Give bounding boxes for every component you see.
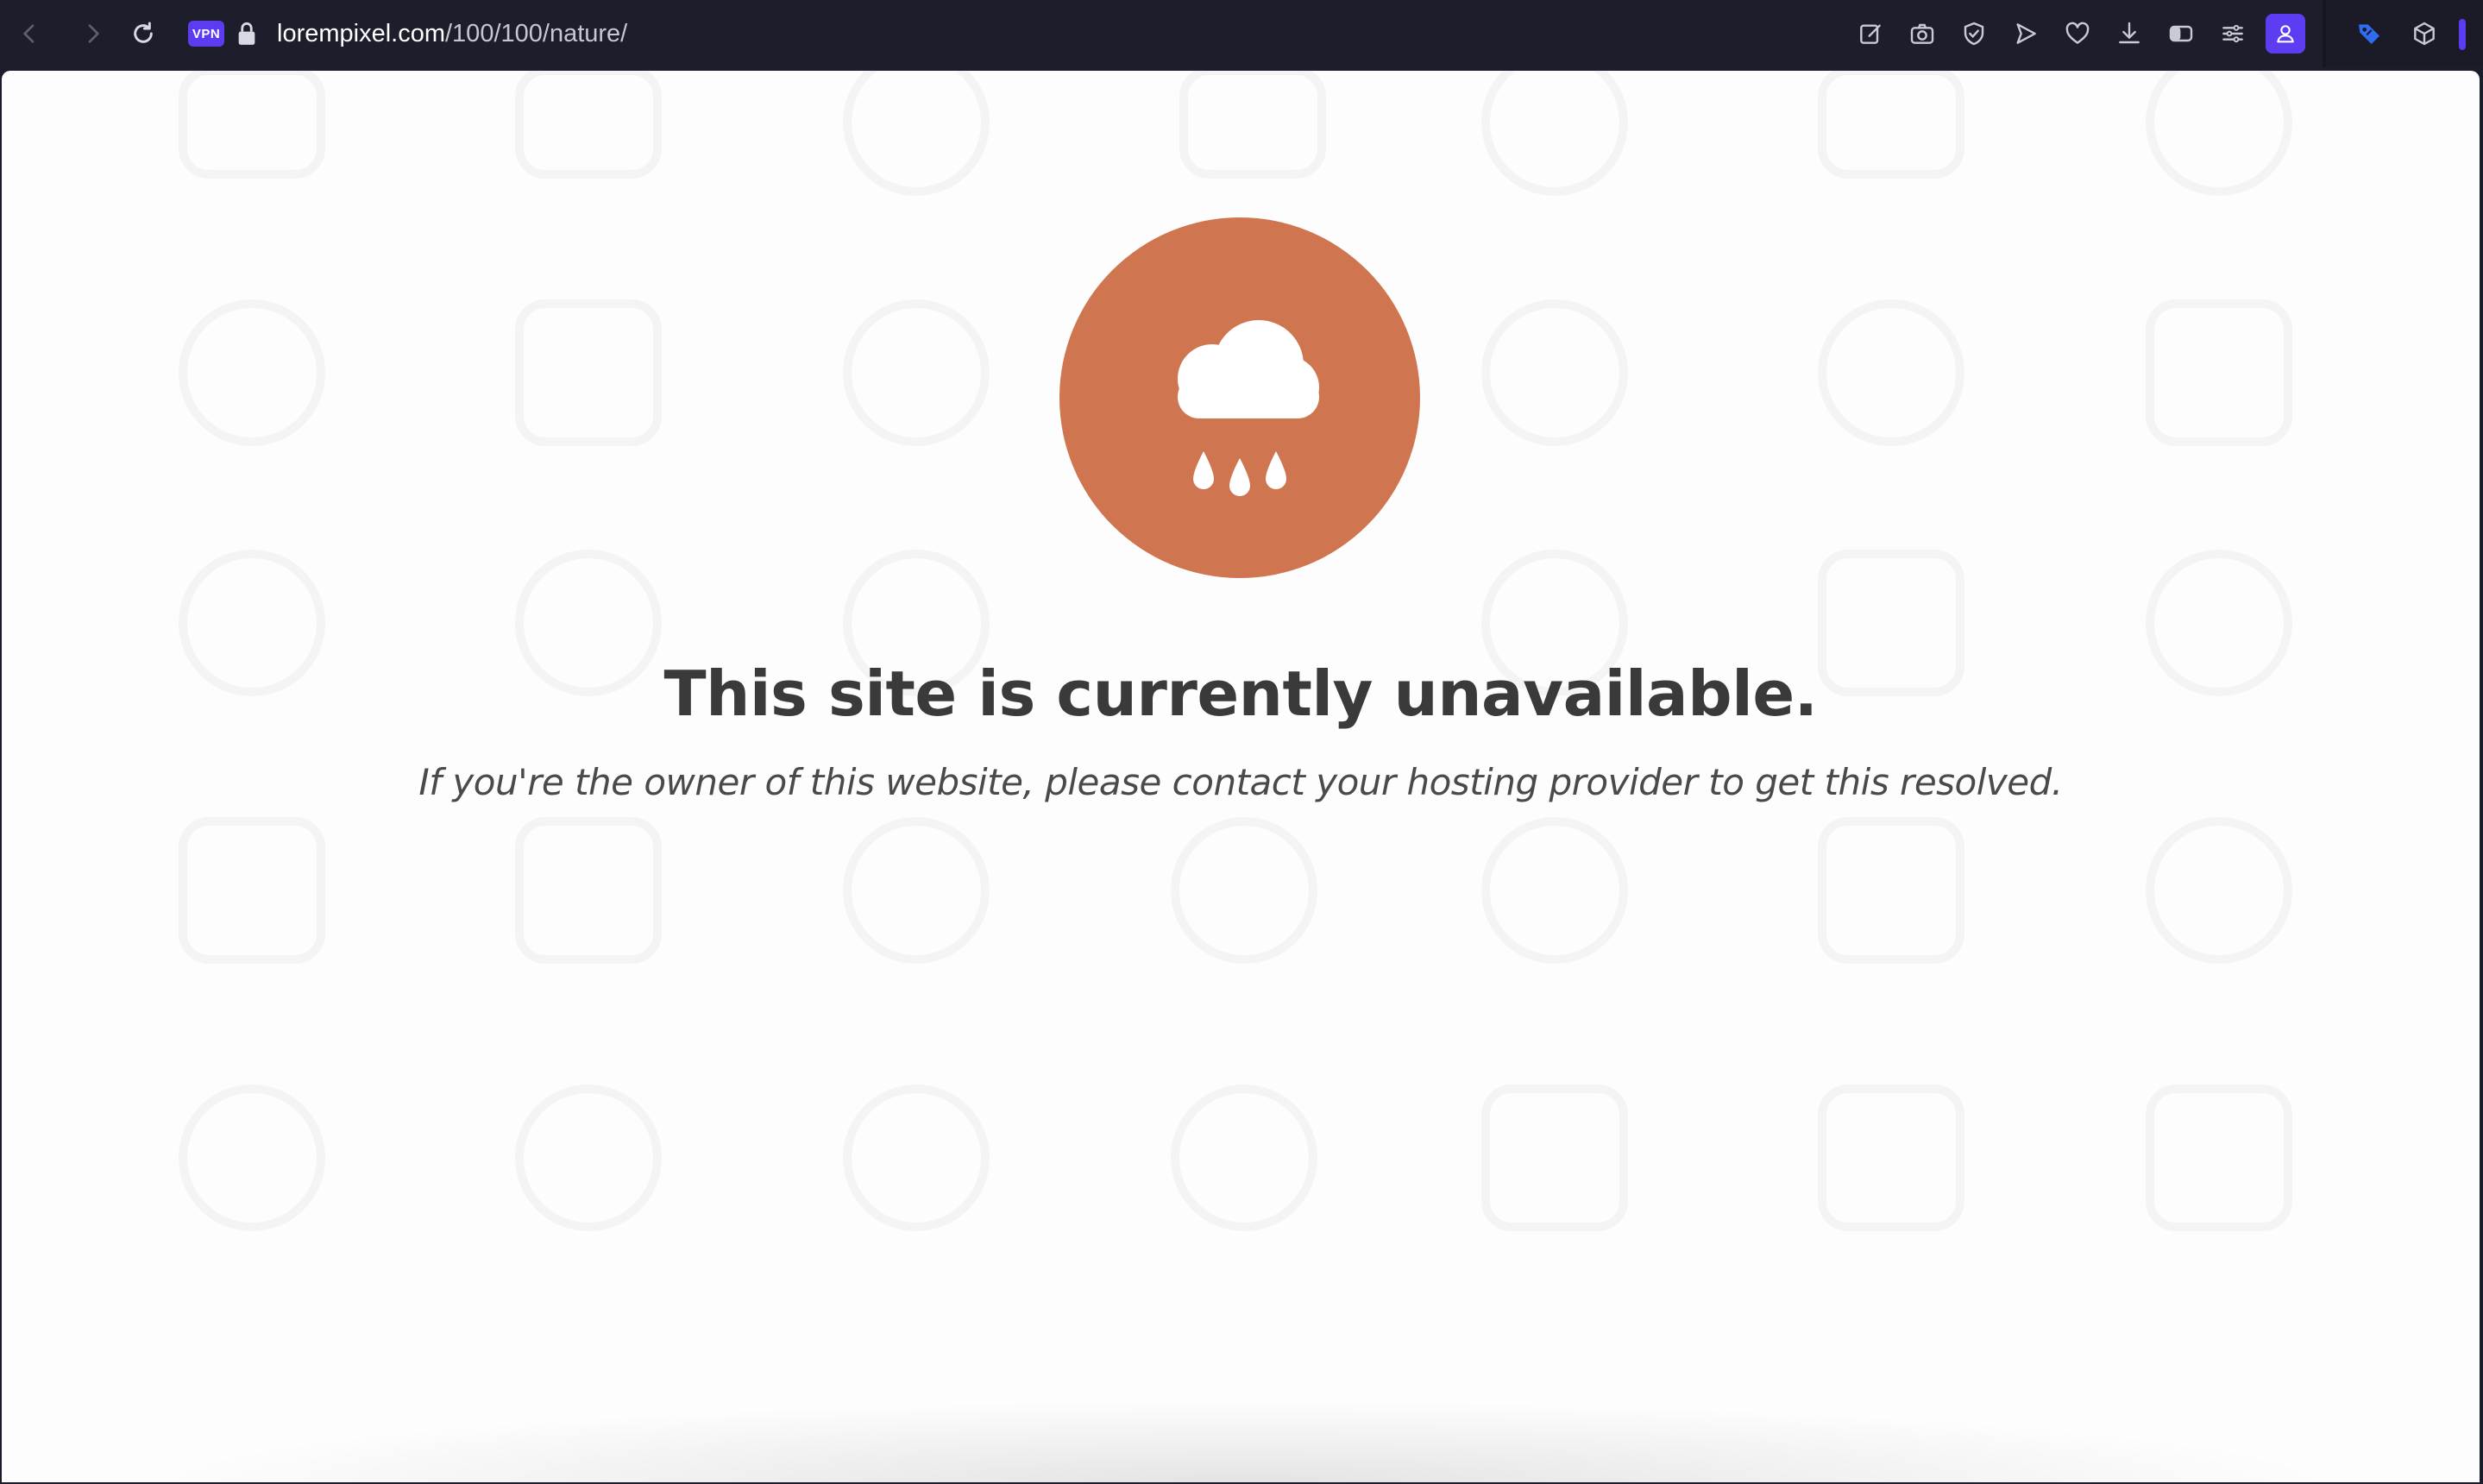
forward-icon[interactable] — [76, 16, 110, 51]
page-subtext: If you're the owner of this website, ple… — [418, 761, 2063, 803]
url-path: /100/100/nature/ — [445, 20, 628, 47]
bottom-shadow — [140, 1399, 2348, 1482]
status-illustration — [1059, 217, 1420, 578]
pen-icon[interactable] — [1853, 16, 1888, 51]
lock-icon[interactable] — [235, 19, 259, 48]
tag-icon[interactable] — [2352, 16, 2386, 51]
browser-toolbar: VPN lorempixel.com/100/100/nature/ — [0, 0, 2483, 67]
page-headline: This site is currently unavailable. — [663, 657, 1818, 730]
send-icon[interactable] — [2008, 16, 2043, 51]
download-icon[interactable] — [2112, 16, 2147, 51]
vpn-badge[interactable]: VPN — [188, 21, 224, 47]
cube-icon[interactable] — [2407, 16, 2442, 51]
profile-icon — [2277, 25, 2294, 43]
address-bar[interactable]: lorempixel.com/100/100/nature/ — [277, 16, 627, 51]
reload-icon[interactable] — [126, 16, 160, 51]
back-icon[interactable] — [12, 16, 47, 51]
page-viewport: This site is currently unavailable. If y… — [2, 71, 2480, 1482]
sidebar-icon[interactable] — [2164, 16, 2198, 51]
heart-icon[interactable] — [2060, 16, 2095, 51]
camera-icon[interactable] — [1905, 16, 1939, 51]
url-host: lorempixel.com — [277, 20, 445, 47]
profile-button[interactable] — [2266, 14, 2305, 53]
cloud-rain-icon — [1178, 320, 1319, 496]
menu-icon[interactable] — [2216, 16, 2250, 51]
window-edge-marker — [2459, 19, 2466, 50]
shield-icon[interactable] — [1957, 16, 1991, 51]
